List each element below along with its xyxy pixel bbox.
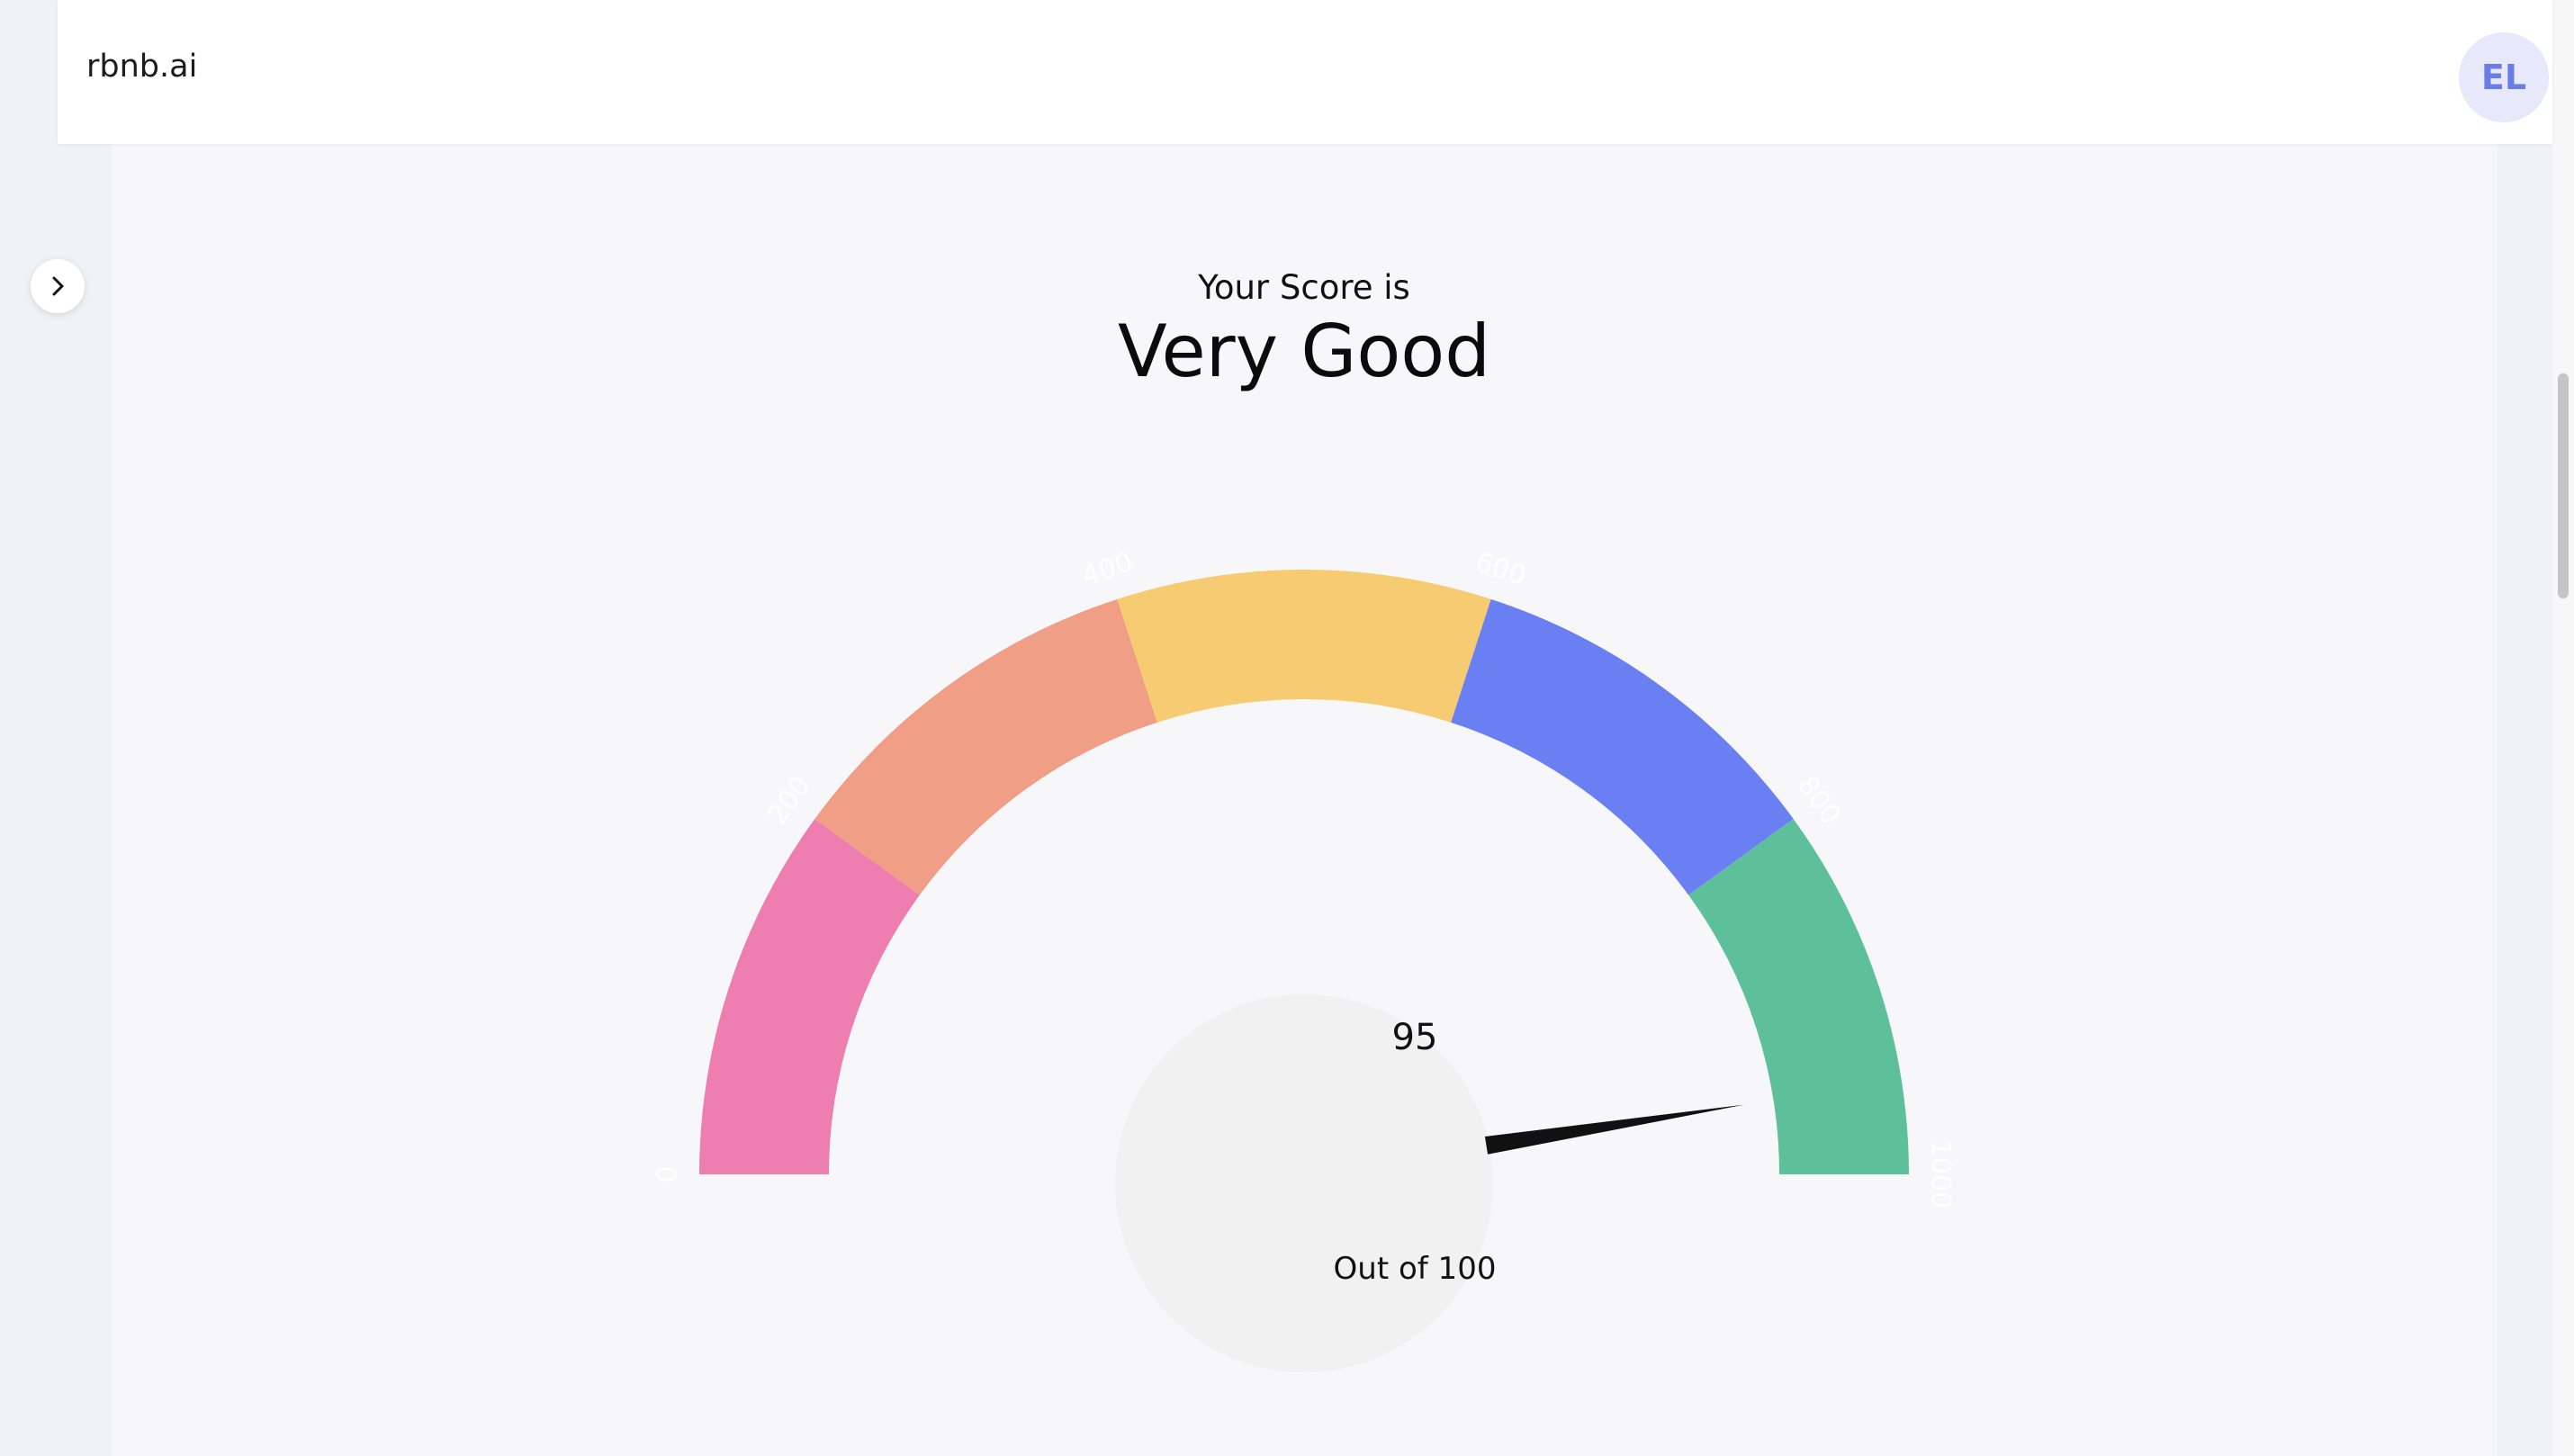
main-content: Your Score is Very Good 0 200 400 600 800 100… [112,144,2497,1456]
sidebar-toggle-button[interactable] [31,259,85,313]
gauge-tick-label: 400 [1078,546,1137,592]
gauge-segment-1 [814,598,1157,895]
gauge-tick-label: 800 [1791,770,1847,831]
scrollbar-thumb[interactable] [2558,373,2569,598]
gauge-caption: Out of 100 [1333,1251,1497,1287]
gauge-segment-4 [1688,819,1909,1174]
gauge-needle [1484,1104,1744,1155]
top-navigation-bar: rbnb.ai EL [58,0,2552,144]
gauge-tick-label: 600 [1472,546,1530,592]
gauge-segment-0 [699,819,920,1174]
gauge-segment-2 [1117,570,1491,723]
gauge-tick-label: 0 [652,1165,684,1182]
gauge-value: 95 [1391,1017,1438,1058]
vertical-scrollbar[interactable] [2552,0,2574,1456]
user-avatar[interactable]: EL [2459,32,2549,122]
chevron-right-icon [52,276,64,296]
gauge-tick-label: 200 [761,770,817,831]
brand-logo[interactable]: rbnb.ai [86,49,197,85]
gauge-tick-label: 1000 [1925,1140,1957,1209]
gauge-segment-3 [1451,598,1794,895]
